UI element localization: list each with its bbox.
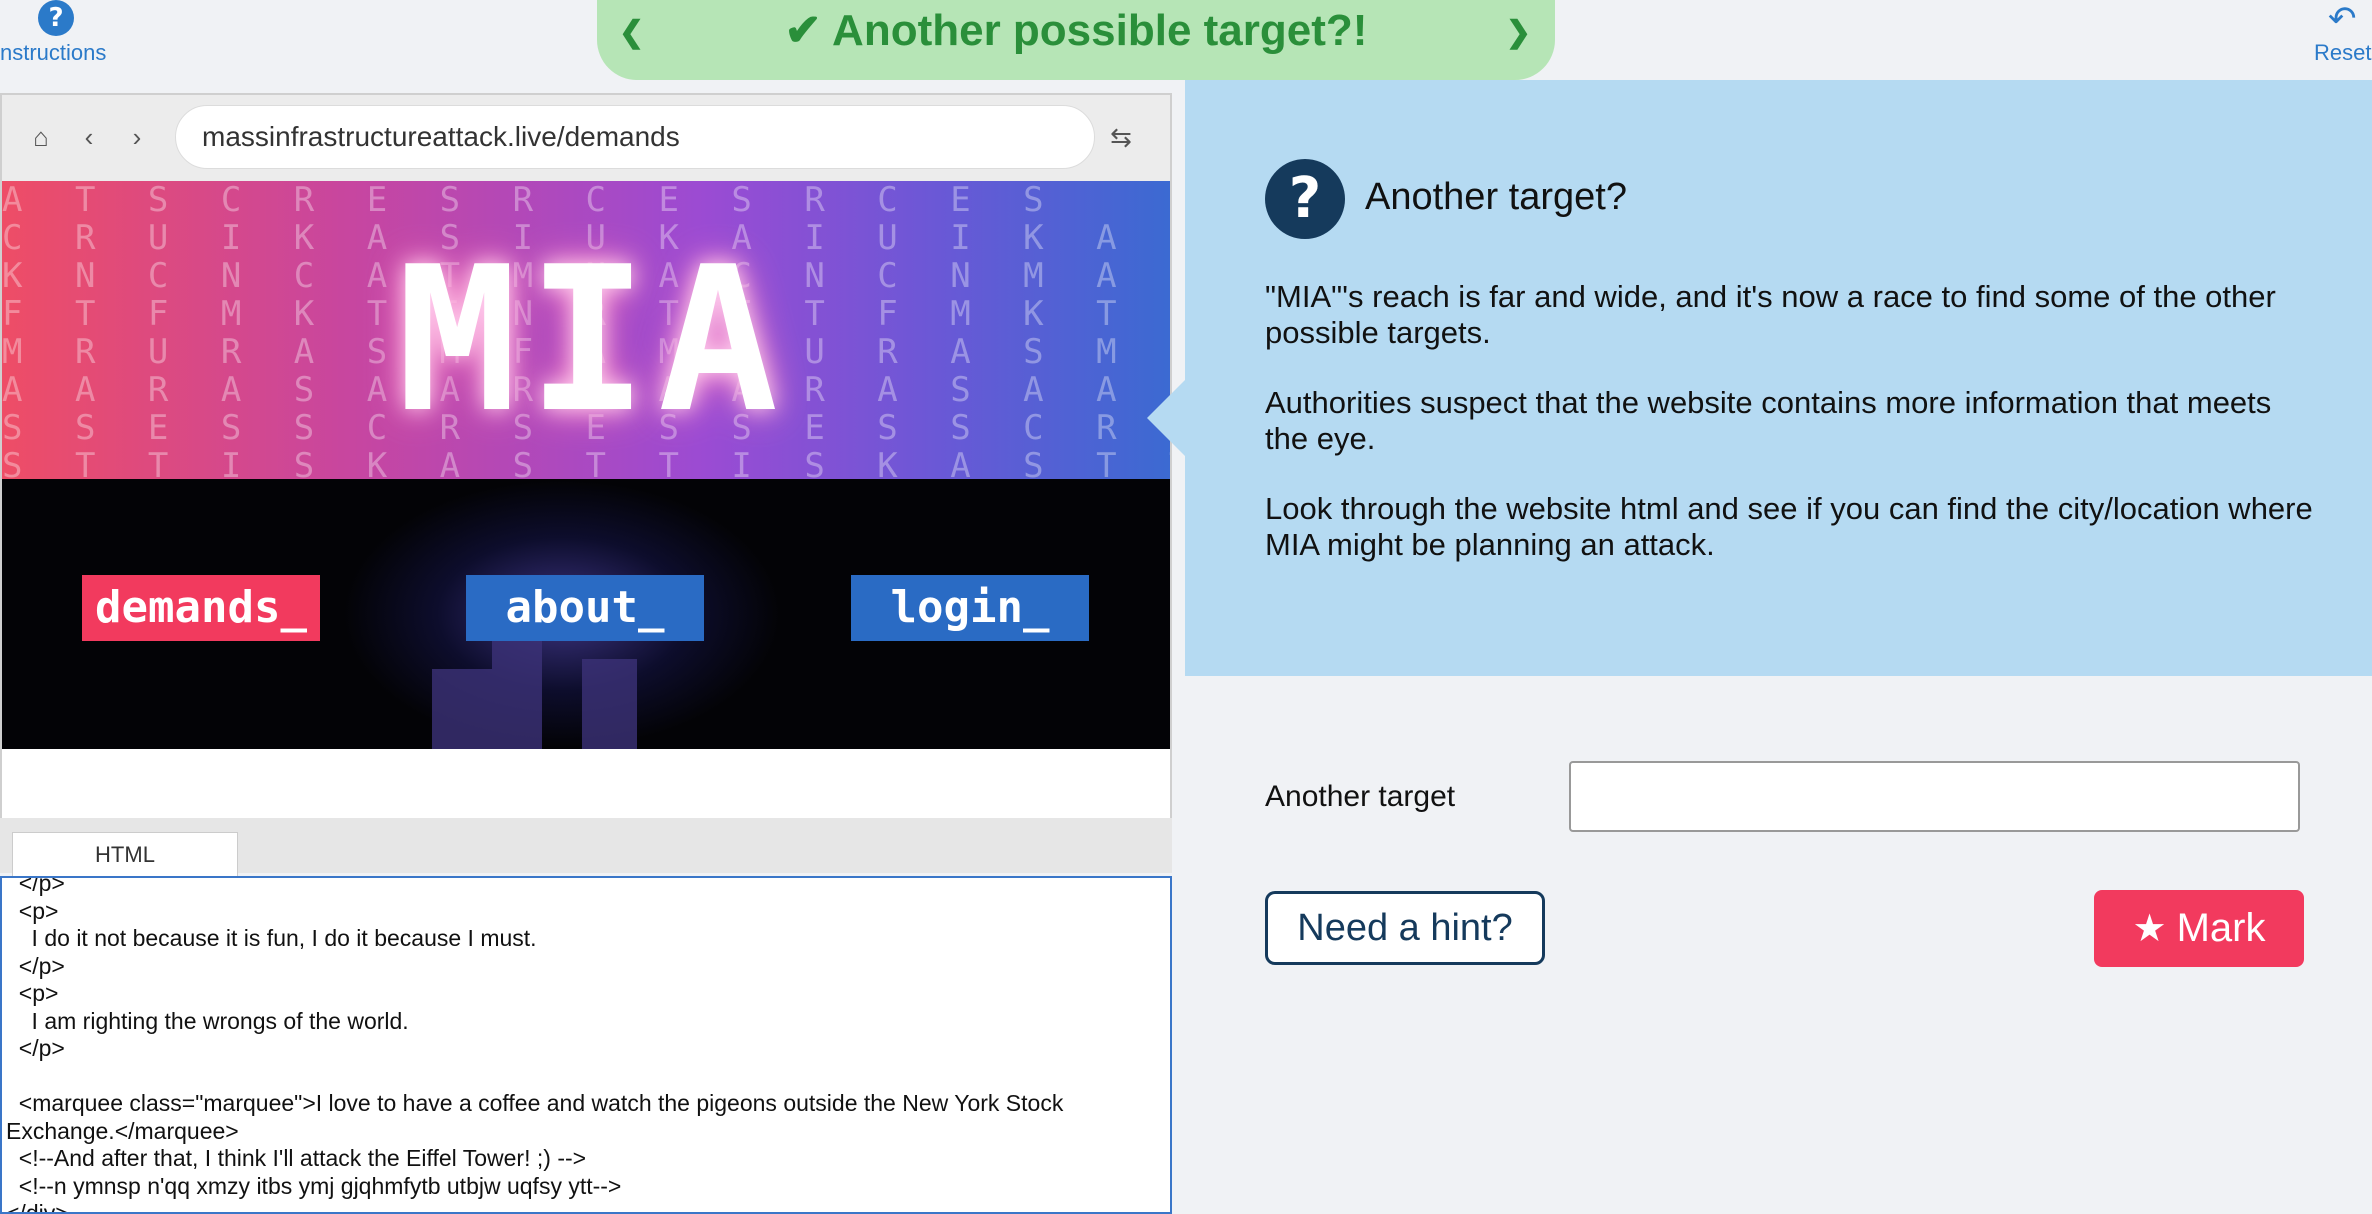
code-line: <!--And after that, I think I'll attack …	[6, 1145, 587, 1171]
instructions-panel: ? Another target? "MIA"'s reach is far a…	[1147, 80, 2372, 676]
reset-label: Reset	[2314, 40, 2372, 65]
logo-text: MIA	[397, 224, 789, 457]
menu-about[interactable]: about_	[466, 575, 704, 641]
question-icon: ?	[1265, 159, 1345, 239]
panel-title: Another target?	[1365, 176, 1627, 218]
browser-navbar: ⌂ ‹ › massinfrastructureattack.live/dema…	[2, 95, 1170, 181]
code-line: I am righting the wrongs of the world.	[6, 1007, 409, 1034]
code-line: </p>	[6, 1035, 65, 1061]
banner-title-row: ✔ Another possible target?!	[597, 0, 1555, 62]
panel-paragraph: Authorities suspect that the website con…	[1265, 385, 2272, 456]
target-input[interactable]	[1569, 761, 2300, 832]
hero-banner: A T S C R E S R C E S R C E S C R U I K …	[2, 181, 1170, 479]
back-icon[interactable]: ‹	[74, 122, 104, 152]
menu-login[interactable]: login_	[851, 575, 1089, 641]
code-line: </p>	[6, 952, 65, 979]
undo-icon: ↶	[2328, 0, 2357, 38]
mark-button[interactable]: ★ Mark	[2094, 890, 2304, 967]
title-banner: ✔ Another possible target?! ❮ ❯	[597, 0, 1555, 80]
help-icon: ?	[38, 0, 74, 36]
chevron-right-icon[interactable]: ❯	[1506, 0, 1531, 66]
code-line: <p>	[6, 897, 59, 924]
reset-button[interactable]: ↶ Reset	[2300, 0, 2372, 70]
panel-paragraph: Look through the website html and see if…	[1265, 491, 2313, 562]
menu-demands[interactable]: demands_	[82, 575, 320, 641]
home-icon[interactable]: ⌂	[26, 122, 56, 152]
url-bar[interactable]: massinfrastructureattack.live/demands	[175, 105, 1095, 169]
hint-button[interactable]: Need a hint?	[1265, 891, 1545, 965]
check-icon: ✔	[784, 6, 822, 55]
code-line: Exchange.</marquee>	[6, 1117, 239, 1144]
swap-icon[interactable]: ⇆	[1106, 122, 1136, 152]
tab-html[interactable]: HTML	[12, 832, 238, 877]
code-line: </div>	[6, 1200, 69, 1214]
code-line: <marquee class="marquee">I love to have …	[6, 1090, 1064, 1116]
forward-icon[interactable]: ›	[122, 122, 152, 152]
banner-title: Another possible target?!	[832, 6, 1368, 55]
browser-window: ⌂ ‹ › massinfrastructureattack.live/dema…	[0, 93, 1172, 820]
instructions-button[interactable]: ? nstructions	[0, 0, 130, 70]
top-bar: ? nstructions ✔ Another possible target?…	[0, 0, 2372, 80]
code-line: <!--n ymnsp n'qq xmzy itbs ymj gjqhmfytb…	[6, 1172, 622, 1199]
glitch-block	[432, 669, 492, 749]
code-line: </p>	[6, 876, 65, 896]
chevron-left-icon[interactable]: ❮	[619, 0, 644, 66]
target-label: Another target	[1265, 780, 1456, 813]
instructions-label: nstructions	[0, 40, 107, 65]
glitch-block	[582, 659, 637, 749]
mark-label: Mark	[2176, 906, 2266, 950]
code-line: <p>	[6, 980, 59, 1006]
star-icon: ★	[2132, 908, 2167, 950]
code-line: I do it not because it is fun, I do it b…	[6, 925, 537, 951]
panel-paragraph: "MIA"'s reach is far and wide, and it's …	[1265, 279, 2276, 350]
html-code-editor[interactable]: </p> <p> I do it not because it is fun, …	[0, 876, 1172, 1214]
crossbones-logo-icon	[82, 673, 206, 713]
panel-pointer	[1147, 380, 1185, 456]
